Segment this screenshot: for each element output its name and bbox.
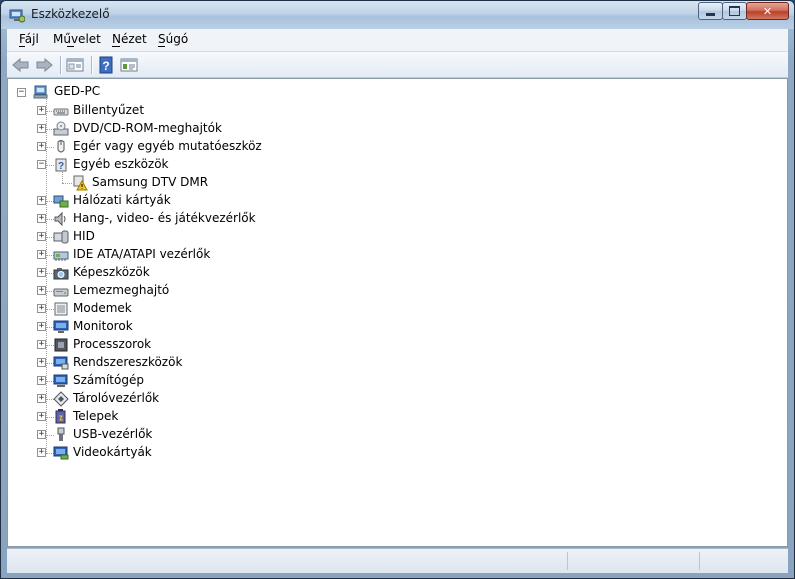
speaker-icon bbox=[54, 211, 66, 227]
tree-item-label[interactable]: Videokártyák bbox=[73, 445, 152, 459]
ide-icon bbox=[53, 251, 69, 261]
tree-item-label[interactable]: Számítógép bbox=[73, 373, 144, 387]
expander[interactable]: + bbox=[37, 412, 46, 421]
menu-action[interactable]: Művelet bbox=[53, 32, 101, 46]
tree-root-label[interactable]: GED-PC bbox=[54, 84, 100, 98]
tree-item-label[interactable]: HID bbox=[73, 229, 95, 243]
minimize-icon bbox=[706, 12, 715, 16]
svg-text:?: ? bbox=[102, 59, 109, 73]
expander[interactable]: + bbox=[37, 322, 46, 331]
tree-item-label[interactable]: Képeszközök bbox=[73, 265, 150, 279]
tree-item-label[interactable]: Billentyűzet bbox=[73, 103, 144, 117]
back-button[interactable] bbox=[11, 55, 31, 75]
tree-item-label[interactable]: Lemezmeghajtó bbox=[73, 283, 169, 297]
window-title: Eszközkezelő bbox=[31, 7, 110, 21]
mouse-icon bbox=[57, 140, 65, 153]
properties-button[interactable] bbox=[119, 55, 139, 75]
status-pane-divider bbox=[567, 552, 568, 570]
tree-item-label[interactable]: Hálózati kártyák bbox=[73, 193, 171, 207]
device-tree[interactable]: − GED-PC + Billentyűzet + DVD/CD-ROM-meghaj… bbox=[7, 78, 788, 547]
status-pane-divider bbox=[699, 552, 700, 570]
system-device-icon bbox=[53, 356, 69, 370]
battery-icon bbox=[55, 409, 66, 424]
expander[interactable]: + bbox=[37, 430, 46, 439]
tree-item-label[interactable]: DVD/CD-ROM-meghajtók bbox=[73, 121, 222, 135]
svg-text:?: ? bbox=[58, 161, 64, 172]
arrow-right-icon bbox=[36, 57, 53, 73]
tree-item-label[interactable]: Monitorok bbox=[73, 319, 133, 333]
close-button[interactable]: ✕ bbox=[746, 2, 789, 20]
tree-child-label[interactable]: Samsung DTV DMR bbox=[92, 175, 208, 189]
tree-item-label[interactable]: Tárolóvezérlők bbox=[73, 391, 159, 405]
menu-help[interactable]: Súgó bbox=[158, 32, 188, 46]
expander[interactable]: + bbox=[37, 358, 46, 367]
expander[interactable]: + bbox=[37, 250, 46, 259]
forward-button[interactable] bbox=[34, 55, 54, 75]
tree-item-label[interactable]: Egér vagy egyéb mutatóeszköz bbox=[73, 139, 262, 153]
help-icon: ? bbox=[99, 56, 113, 74]
expander[interactable]: + bbox=[37, 286, 46, 295]
view-icon bbox=[66, 58, 84, 72]
tree-item-label[interactable]: IDE ATA/ATAPI vezérlők bbox=[73, 247, 210, 261]
expander[interactable]: + bbox=[37, 142, 46, 151]
device-manager-window: Eszközkezelő ✕ Fájl Művelet Nézet Súgó ?… bbox=[0, 0, 795, 579]
device-manager-icon bbox=[9, 9, 25, 23]
close-icon: ✕ bbox=[762, 4, 773, 18]
menu-file[interactable]: Fájl bbox=[19, 32, 39, 46]
expander[interactable]: + bbox=[37, 106, 46, 115]
tree-item-label[interactable]: Modemek bbox=[73, 301, 132, 315]
tree-item-label[interactable]: Telepek bbox=[73, 409, 118, 423]
title-bar[interactable]: Eszközkezelő ✕ bbox=[1, 1, 794, 29]
tree-item-label[interactable]: Hang-, video- és játékvezérlők bbox=[73, 211, 256, 225]
toolbar: ? bbox=[7, 52, 788, 78]
help-button[interactable]: ? bbox=[96, 55, 116, 75]
camera-icon bbox=[53, 268, 69, 280]
maximize-icon bbox=[729, 6, 740, 16]
arrow-left-icon bbox=[12, 57, 29, 73]
modem-icon bbox=[54, 302, 68, 316]
expander[interactable]: + bbox=[37, 448, 46, 457]
expander[interactable]: + bbox=[37, 196, 46, 205]
usb-icon bbox=[57, 427, 65, 441]
view-button[interactable] bbox=[65, 55, 85, 75]
expander[interactable]: + bbox=[37, 232, 46, 241]
maximize-button[interactable] bbox=[722, 2, 747, 20]
display-adapter-icon bbox=[53, 446, 69, 460]
unknown-device-icon: ? bbox=[55, 158, 67, 172]
network-icon bbox=[53, 195, 69, 208]
status-bar bbox=[7, 548, 788, 573]
computer-icon bbox=[53, 374, 68, 387]
storage-icon bbox=[53, 391, 69, 407]
tree-item-label[interactable]: USB-vezérlők bbox=[73, 427, 152, 441]
cpu-icon bbox=[54, 338, 68, 352]
keyboard-icon bbox=[53, 108, 69, 116]
warning-device-icon bbox=[73, 175, 88, 191]
expander[interactable]: + bbox=[37, 376, 46, 385]
expander[interactable]: + bbox=[37, 124, 46, 133]
expander[interactable]: + bbox=[37, 214, 46, 223]
computer-icon bbox=[33, 85, 48, 99]
tree-item-label[interactable]: Processzorok bbox=[73, 337, 151, 351]
monitor-icon bbox=[53, 320, 69, 333]
expander[interactable]: − bbox=[37, 160, 46, 169]
dvd-icon bbox=[53, 121, 69, 136]
expander[interactable]: + bbox=[37, 394, 46, 403]
menu-view[interactable]: Nézet bbox=[112, 32, 147, 46]
tree-item-label[interactable]: Rendszereszközök bbox=[73, 355, 182, 369]
tree-item-label[interactable]: Egyéb eszközök bbox=[73, 157, 169, 171]
properties-icon bbox=[120, 58, 138, 72]
root-expander[interactable]: − bbox=[17, 88, 26, 97]
expander[interactable]: + bbox=[37, 304, 46, 313]
expander[interactable]: + bbox=[37, 268, 46, 277]
menu-bar: Fájl Művelet Nézet Súgó bbox=[7, 29, 788, 52]
minimize-button[interactable] bbox=[698, 2, 723, 20]
disk-icon bbox=[53, 288, 69, 297]
expander[interactable]: + bbox=[37, 340, 46, 349]
hid-icon bbox=[53, 230, 69, 244]
